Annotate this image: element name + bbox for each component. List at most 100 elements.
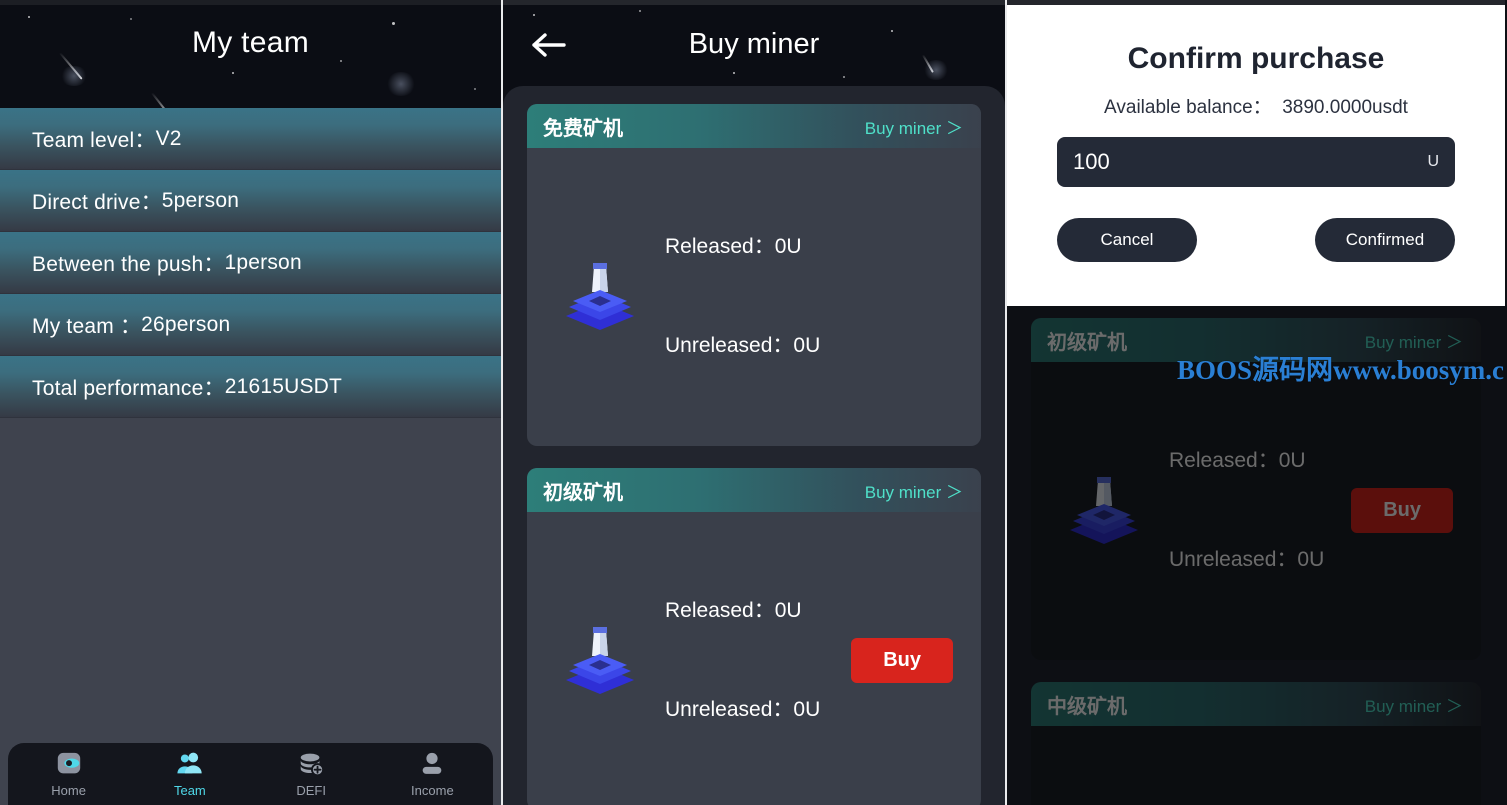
miner-card-header: 初级矿机 Buy miner ＞ [527, 468, 981, 512]
confirm-purchase-dialog: Confirm purchase Available balance： 3890… [1007, 0, 1505, 306]
released-value: 0U [1278, 449, 1306, 472]
buy-button: Buy [1351, 487, 1453, 533]
shooting-star-decor [151, 92, 167, 108]
my-team-header: My team [0, 0, 501, 108]
released-line: Released：0U [1169, 444, 1324, 477]
miner-name: 初级矿机 [1047, 331, 1127, 354]
app-screen: My team Team level： V2 Direct drive： 5pe… [0, 0, 1507, 805]
stat-label: Total performance： [32, 376, 225, 400]
unreleased-label: Unreleased： [665, 334, 794, 357]
panel-buy-miner: Buy miner 免费矿机 Buy miner ＞ Released：0U U… [503, 0, 1007, 805]
star-decor [843, 76, 845, 78]
bottom-tabbar: Home Team DEFI Income [8, 743, 493, 805]
stat-label: Direct drive： [32, 190, 162, 214]
released-line: Released：0U [665, 230, 820, 263]
panel-confirm-purchase: 初级矿机 Buy miner ＞ Released：0U Unreleased：… [1007, 0, 1505, 805]
miner-card[interactable]: 免费矿机 Buy miner ＞ Released：0U Unreleased：… [527, 104, 981, 446]
miner-icon [1070, 477, 1138, 544]
available-balance-text: Available balance： 3890.0000usdt [1104, 97, 1408, 118]
confirm-button[interactable]: Confirmed [1315, 218, 1455, 262]
cancel-button[interactable]: Cancel [1057, 218, 1197, 262]
miner-card-body: Released：861U Unreleased：139U [1031, 726, 1481, 805]
team-icon [177, 752, 202, 773]
released-label: Released： [665, 599, 775, 622]
status-bar-strip [503, 0, 1005, 5]
stat-label: My team ： [32, 314, 142, 338]
miner-stats: Released：0U Unreleased：0U [1169, 378, 1324, 642]
panel-my-team: My team Team level： V2 Direct drive： 5pe… [0, 0, 503, 805]
buy-miner-link: Buy miner ＞ [1364, 696, 1463, 716]
released-value: 0U [774, 599, 802, 622]
miner-name: 中级矿机 [1047, 695, 1127, 718]
buy-miner-header: Buy miner [503, 0, 1005, 90]
tab-label: Income [411, 782, 454, 798]
miner-list[interactable]: 免费矿机 Buy miner ＞ Released：0U Unreleased：… [503, 86, 1005, 805]
star-decor [639, 10, 641, 12]
miner-card-header: 免费矿机 Buy miner ＞ [527, 104, 981, 148]
home-icon [57, 752, 80, 773]
unreleased-line: Unreleased：0U [665, 693, 820, 726]
stat-row-direct-drive: Direct drive： 5person [0, 170, 501, 232]
miner-card-body: Released：0U Unreleased：0U Buy [527, 512, 981, 805]
miner-card: 中级矿机 Buy miner ＞ [1031, 682, 1481, 805]
stat-row-team-level: Team level： V2 [0, 108, 501, 170]
status-bar-strip [1007, 0, 1505, 5]
dimmed-miner-list: 初级矿机 Buy miner ＞ Released：0U Unreleased：… [1007, 306, 1505, 805]
miner-card-body: Released：0U Unreleased： 0U [527, 148, 981, 446]
released-value: 0U [774, 235, 802, 258]
miner-card-header: 初级矿机 Buy miner ＞ [1031, 318, 1481, 362]
stat-row-between-the-push: Between the push： 1person [0, 232, 501, 294]
released-label: Released： [1169, 449, 1279, 472]
tab-label: Home [51, 782, 86, 798]
tab-label: Team [173, 782, 206, 798]
miner-card[interactable]: 初级矿机 Buy miner ＞ Released：0U Unreleased：… [527, 468, 981, 805]
buy-miner-link[interactable]: Buy miner ＞ [865, 478, 963, 503]
star-decor [533, 14, 535, 16]
unreleased-label: Unreleased： [1169, 548, 1298, 571]
star-decor [28, 16, 30, 18]
stat-value: 1person [224, 250, 302, 274]
status-bar-strip [0, 0, 501, 5]
unreleased-value: 0U [793, 698, 821, 721]
dialog-title: Confirm purchase [1127, 42, 1385, 75]
tab-label: DEFI [296, 782, 326, 798]
buy-button[interactable]: Buy [851, 637, 953, 683]
released-label: Released： [665, 235, 775, 258]
buy-miner-link: Buy miner ＞ [1364, 332, 1463, 352]
amount-input[interactable] [1073, 149, 1428, 175]
miner-icon [566, 263, 634, 330]
miner-card-body: Released：0U Unreleased：0U Buy [1031, 362, 1481, 660]
stat-value: 26person [141, 312, 231, 336]
page-title: Buy miner [688, 28, 820, 60]
tab-home[interactable]: Home [8, 751, 129, 798]
nebula-decor [923, 60, 949, 80]
amount-field-wrapper[interactable]: U [1057, 137, 1455, 187]
star-decor [232, 72, 234, 74]
page-title: My team [191, 26, 310, 59]
stat-value: 21615USDT [224, 374, 343, 398]
miner-name: 免费矿机 [543, 117, 623, 140]
team-stats-list: Team level： V2 Direct drive： 5person Bet… [0, 108, 501, 418]
buy-miner-link[interactable]: Buy miner ＞ [865, 114, 963, 139]
amount-unit-label: U [1427, 153, 1439, 170]
star-decor [474, 88, 476, 90]
tab-team[interactable]: Team [129, 751, 250, 798]
stat-label: Team level： [32, 128, 156, 152]
miner-stats: Released：0U Unreleased：0U [665, 528, 820, 792]
miner-stats: Released：0U Unreleased： 0U [665, 164, 820, 428]
miner-card: 初级矿机 Buy miner ＞ Released：0U Unreleased：… [1031, 318, 1481, 660]
dialog-actions: Cancel Confirmed [1057, 218, 1455, 262]
star-decor [733, 72, 735, 74]
stat-row-my-team: My team ： 26person [0, 294, 501, 356]
defi-icon [300, 753, 325, 776]
dimmed-miner-list-inner: 初级矿机 Buy miner ＞ Released：0U Unreleased：… [1007, 306, 1505, 805]
miner-icon [566, 627, 634, 694]
tab-income[interactable]: Income [372, 751, 493, 798]
stat-value: 5person [161, 188, 240, 212]
unreleased-label: Unreleased： [665, 698, 794, 721]
tab-defi[interactable]: DEFI [251, 751, 372, 798]
unreleased-line: Unreleased：0U [1169, 543, 1324, 576]
stat-value: V2 [155, 126, 182, 150]
unreleased-value: 0U [1297, 548, 1325, 571]
released-line: Released：0U [665, 594, 820, 627]
